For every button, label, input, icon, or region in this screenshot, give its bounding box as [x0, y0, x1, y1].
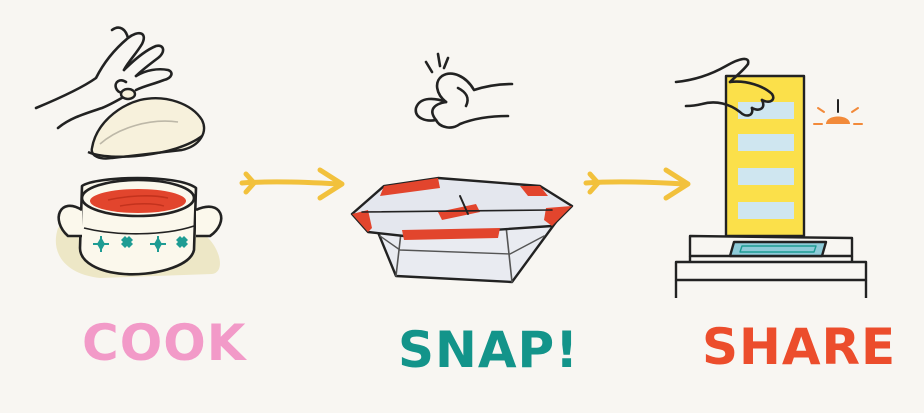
snap-illustration: [350, 52, 574, 284]
food-container-icon: [350, 176, 574, 284]
share-label: SHARE: [702, 318, 897, 376]
lamp-icon: [813, 99, 863, 125]
cook-label: COOK: [82, 314, 247, 372]
right-arrow-icon: [239, 167, 345, 201]
pot-lid: [87, 87, 206, 160]
cooking-pot-icon: [55, 176, 223, 278]
cook-illustration: [34, 26, 223, 278]
right-arrow-icon: [583, 167, 691, 201]
snap-label: SNAP!: [398, 321, 580, 379]
share-illustration: [674, 57, 868, 298]
cook-snap-share-illustration: COOK SNAP! SHARE: [0, 0, 924, 413]
snapping-fingers-icon: [414, 52, 514, 129]
